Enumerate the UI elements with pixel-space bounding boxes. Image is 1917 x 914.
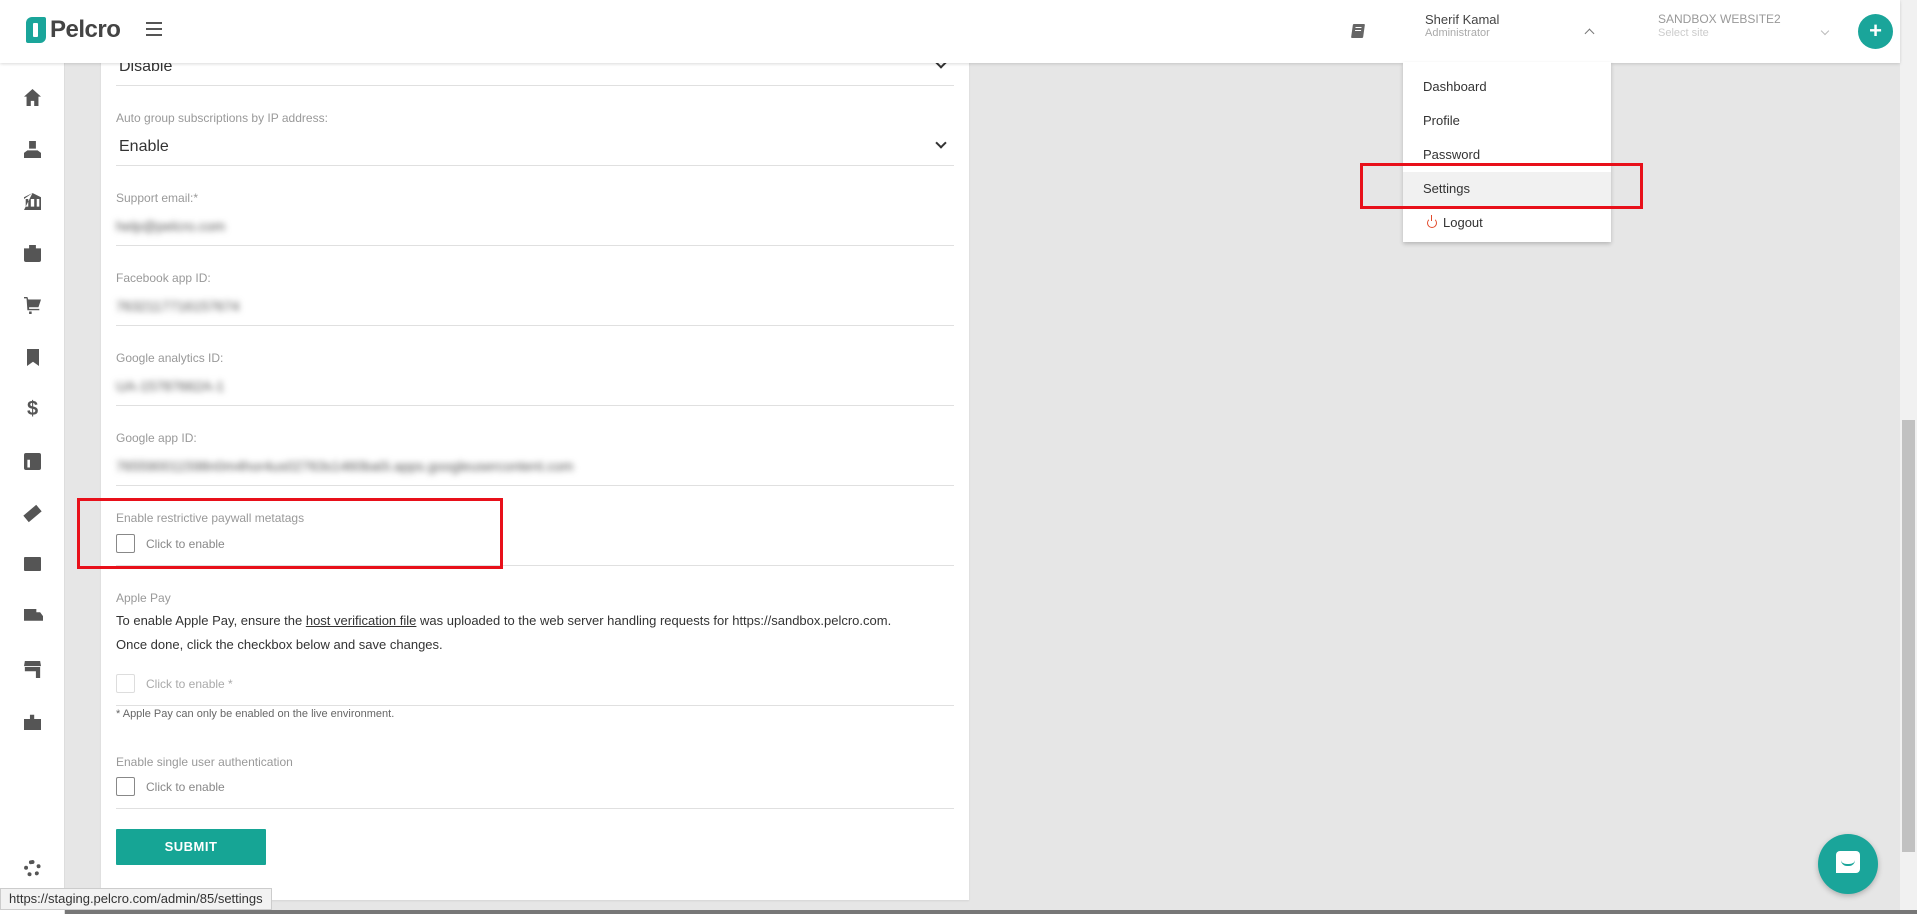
apple-pay-note: * Apple Pay can only be enabled on the l…	[116, 708, 395, 720]
site-selector[interactable]: SANDBOX WEBSITE2 Select site	[1658, 10, 1838, 50]
divider	[116, 165, 954, 166]
briefcase-icon[interactable]	[24, 245, 41, 262]
google-app-id-label: Google app ID:	[116, 431, 197, 445]
logo-text: Pelcro	[50, 16, 121, 43]
submit-button[interactable]: SUBMIT	[116, 829, 266, 865]
paywall-metatags-checkbox[interactable]	[116, 534, 135, 553]
user-role: Administrator	[1425, 27, 1490, 39]
chat-button[interactable]	[1818, 834, 1878, 894]
google-analytics-id-field[interactable]: UA-15787662A-1	[116, 378, 224, 394]
divider	[116, 85, 954, 86]
site-placeholder: Select site	[1658, 27, 1709, 39]
apple-pay-text: To enable Apple Pay, ensure the	[116, 613, 306, 628]
apple-pay-instructions: To enable Apple Pay, ensure the host ver…	[116, 613, 891, 628]
divider	[116, 245, 954, 246]
settings-form-card: Disable Auto group subscriptions by IP a…	[101, 50, 969, 900]
divider	[116, 325, 954, 326]
facebook-app-id-label: Facebook app ID:	[116, 271, 211, 285]
chevron-down-icon	[1820, 26, 1830, 36]
store-icon[interactable]	[24, 661, 41, 678]
google-app-id-field[interactable]: 765590011598n0m4hor4us02763s1460ba0i.app…	[116, 458, 573, 474]
paywall-metatags-label: Enable restrictive paywall metatags	[116, 511, 305, 525]
apple-pay-text-2: was uploaded to the web server handling …	[416, 613, 892, 628]
dollar-icon[interactable]: $	[24, 399, 41, 419]
user-name: Sherif Kamal	[1425, 12, 1500, 27]
power-icon	[1427, 215, 1437, 228]
divider	[116, 705, 954, 706]
apple-pay-checkbox-label: Click to enable *	[146, 677, 233, 691]
menu-item-profile[interactable]: Profile	[1403, 104, 1611, 138]
support-email-field[interactable]: help@pelcro.com	[116, 218, 225, 234]
apple-pay-checkbox	[116, 674, 135, 693]
menu-icon[interactable]	[146, 22, 162, 36]
puzzle-icon[interactable]	[24, 714, 41, 730]
google-analytics-id-label: Google analytics ID:	[116, 351, 224, 365]
pelcro-logo[interactable]: Pelcro	[26, 16, 121, 44]
auto-group-label: Auto group subscriptions by IP address:	[116, 111, 328, 125]
user-dropdown-menu: Dashboard Profile Password Settings Logo…	[1403, 62, 1611, 242]
user-menu-toggle[interactable]: Sherif Kamal Administrator	[1403, 6, 1611, 62]
divider	[116, 808, 954, 809]
menu-item-settings[interactable]: Settings	[1403, 172, 1611, 206]
menu-item-password[interactable]: Password	[1403, 138, 1611, 172]
chat-icon	[1836, 851, 1860, 873]
divider	[116, 565, 954, 566]
host-verification-file-link[interactable]: host verification file	[306, 613, 417, 628]
truck-icon[interactable]	[24, 609, 43, 621]
window-bottom-edge	[0, 910, 1917, 914]
site-name: SANDBOX WEBSITE2	[1658, 12, 1781, 26]
cart-icon[interactable]	[24, 297, 41, 314]
chevron-down-icon[interactable]	[935, 137, 947, 149]
chart-icon[interactable]	[24, 453, 41, 470]
user-icon[interactable]	[24, 141, 41, 158]
sidebar: $	[0, 63, 65, 914]
paywall-metatags-checkbox-label[interactable]: Click to enable	[146, 537, 225, 551]
divider	[116, 485, 954, 486]
single-user-auth-label: Enable single user authentication	[116, 755, 293, 769]
mail-icon[interactable]	[24, 557, 41, 571]
chevron-up-icon	[1584, 28, 1595, 39]
menu-item-dashboard[interactable]: Dashboard	[1403, 70, 1611, 104]
auto-group-select[interactable]: Enable	[119, 138, 169, 156]
apple-pay-instructions-line2: Once done, click the checkbox below and …	[116, 637, 443, 652]
menu-item-logout[interactable]: Logout	[1403, 206, 1611, 240]
logout-label: Logout	[1443, 215, 1483, 230]
top-bar: Pelcro Sherif Kamal Administrator SANDBO…	[0, 0, 1900, 63]
support-email-label: Support email:*	[116, 191, 199, 205]
single-user-auth-checkbox-label[interactable]: Click to enable	[146, 780, 225, 794]
add-button[interactable]: +	[1858, 14, 1893, 49]
browser-status-url: https://staging.pelcro.com/admin/85/sett…	[0, 888, 272, 910]
single-user-auth-checkbox[interactable]	[116, 777, 135, 796]
gear-icon[interactable]	[24, 860, 41, 877]
scrollbar-thumb[interactable]	[1902, 420, 1915, 852]
pelcro-logo-mark	[26, 17, 46, 43]
facebook-app-id-field[interactable]: 7632117716157674	[116, 298, 240, 314]
apple-pay-label: Apple Pay	[116, 591, 171, 605]
home-icon[interactable]	[24, 89, 41, 106]
book-icon[interactable]	[1351, 24, 1365, 38]
bank-icon[interactable]	[24, 193, 41, 210]
bookmark-icon[interactable]	[27, 349, 39, 366]
ticket-icon[interactable]	[21, 502, 45, 526]
divider	[116, 405, 954, 406]
